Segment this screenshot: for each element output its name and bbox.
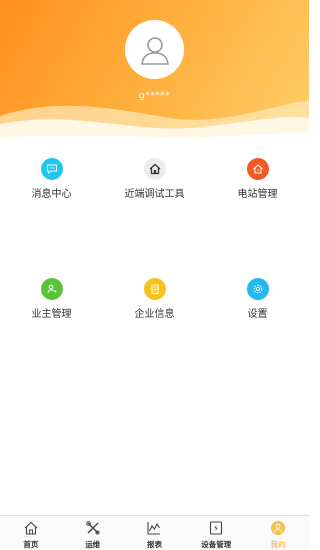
bottom-tab-bar: 首页 运维 报表 设备管理 我的 [0, 515, 309, 550]
maintenance-icon [84, 519, 102, 537]
menu-label: 业主管理 [31, 309, 72, 320]
tab-label: 设备管理 [201, 540, 232, 549]
power-station-icon [246, 158, 269, 180]
device-icon [207, 519, 225, 537]
user-avatar-icon [140, 36, 169, 65]
tab-label: 首页 [23, 540, 39, 549]
menu-debug-tool[interactable]: 近端调试工具 [103, 148, 206, 208]
menu-message-center[interactable]: 消息中心 [0, 148, 103, 208]
menu-company-info[interactable]: 企业信息 [103, 268, 206, 328]
avatar[interactable] [125, 20, 184, 79]
settings-icon [246, 278, 269, 300]
report-icon [145, 519, 163, 537]
menu-label: 设置 [247, 309, 268, 320]
home-tool-icon [143, 158, 166, 180]
tab-report[interactable]: 报表 [124, 516, 186, 550]
menu-power-station[interactable]: 电站管理 [206, 148, 309, 208]
company-icon [143, 278, 166, 300]
menu-label: 电站管理 [237, 189, 278, 200]
menu-label: 企业信息 [134, 309, 175, 320]
tab-label: 报表 [146, 540, 162, 549]
menu-label: 消息中心 [31, 189, 72, 200]
tab-home[interactable]: 首页 [0, 516, 62, 550]
menu-owner-management[interactable]: 业主管理 [0, 268, 103, 328]
tab-maintenance[interactable]: 运维 [62, 516, 124, 550]
owner-icon [40, 278, 63, 300]
tab-label: 我的 [270, 540, 286, 549]
profile-icon [269, 519, 287, 537]
username: g***** [138, 91, 171, 101]
menu-settings[interactable]: 设置 [206, 268, 309, 328]
tab-device-management[interactable]: 设备管理 [185, 516, 247, 550]
home-icon [22, 519, 40, 537]
tab-label: 运维 [85, 540, 101, 549]
tab-mine[interactable]: 我的 [247, 516, 309, 550]
menu-label: 近端调试工具 [124, 189, 185, 200]
message-icon [40, 158, 63, 180]
profile-header: g***** [0, 0, 309, 148]
